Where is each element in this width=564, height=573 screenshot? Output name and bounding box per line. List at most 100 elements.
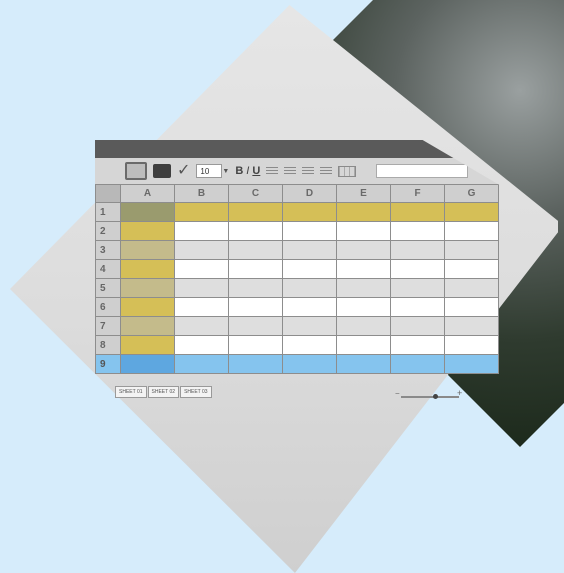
- cell-d2[interactable]: [282, 221, 337, 241]
- cell-d1[interactable]: [282, 202, 337, 222]
- cell-f7[interactable]: [390, 316, 445, 336]
- cell-f3[interactable]: [390, 240, 445, 260]
- row-header-2[interactable]: 2: [95, 221, 121, 241]
- cell-e6[interactable]: [336, 297, 391, 317]
- zoom-slider[interactable]: − +: [395, 388, 465, 400]
- cell-a8[interactable]: [120, 335, 175, 355]
- cell-d3[interactable]: [282, 240, 337, 260]
- spellcheck-icon[interactable]: ✓: [177, 163, 190, 179]
- cell-g3[interactable]: [444, 240, 499, 260]
- zoom-in-icon[interactable]: +: [457, 388, 462, 398]
- cell-a4[interactable]: [120, 259, 175, 279]
- cell-a9[interactable]: [120, 354, 175, 374]
- cell-b5[interactable]: [174, 278, 229, 298]
- column-header-f[interactable]: F: [390, 184, 445, 203]
- cell-b4[interactable]: [174, 259, 229, 279]
- cell-a1[interactable]: [120, 202, 175, 222]
- cell-f2[interactable]: [390, 221, 445, 241]
- cell-g5[interactable]: [444, 278, 499, 298]
- cell-b9[interactable]: [174, 354, 229, 374]
- cell-a5[interactable]: [120, 278, 175, 298]
- row-header-8[interactable]: 8: [95, 335, 121, 355]
- cell-b8[interactable]: [174, 335, 229, 355]
- cell-c2[interactable]: [228, 221, 283, 241]
- cell-d4[interactable]: [282, 259, 337, 279]
- cell-e7[interactable]: [336, 316, 391, 336]
- cell-f8[interactable]: [390, 335, 445, 355]
- merge-cells-icon[interactable]: [338, 165, 357, 177]
- zoom-track[interactable]: [401, 396, 459, 398]
- underline-button[interactable]: U: [252, 165, 260, 177]
- cell-e4[interactable]: [336, 259, 391, 279]
- cell-d8[interactable]: [282, 335, 337, 355]
- cell-e5[interactable]: [336, 278, 391, 298]
- cell-g2[interactable]: [444, 221, 499, 241]
- cell-g7[interactable]: [444, 316, 499, 336]
- sheet-tab-3[interactable]: SHEET 03: [180, 386, 212, 398]
- cell-g9[interactable]: [444, 354, 499, 374]
- zoom-handle[interactable]: [433, 394, 438, 399]
- cell-e9[interactable]: [336, 354, 391, 374]
- sheet-tab-2[interactable]: SHEET 02: [147, 386, 180, 398]
- column-header-c[interactable]: C: [228, 184, 283, 203]
- printer-icon[interactable]: [153, 164, 171, 178]
- cell-c1[interactable]: [228, 202, 283, 222]
- row-header-3[interactable]: 3: [95, 240, 121, 260]
- row-header-9[interactable]: 9: [95, 354, 121, 374]
- cell-a3[interactable]: [120, 240, 175, 260]
- cell-f4[interactable]: [390, 259, 445, 279]
- cell-c7[interactable]: [228, 316, 283, 336]
- cell-f6[interactable]: [390, 297, 445, 317]
- align-left-icon[interactable]: [266, 166, 279, 176]
- cell-f1[interactable]: [390, 202, 445, 222]
- cell-b3[interactable]: [174, 240, 229, 260]
- cell-c4[interactable]: [228, 259, 283, 279]
- zoom-out-icon[interactable]: −: [395, 389, 400, 398]
- cell-g4[interactable]: [444, 259, 499, 279]
- bold-button[interactable]: B: [235, 165, 243, 177]
- cell-c3[interactable]: [228, 240, 283, 260]
- cell-c5[interactable]: [228, 278, 283, 298]
- align-right-icon[interactable]: [302, 166, 315, 176]
- column-header-a[interactable]: A: [120, 184, 175, 203]
- cell-d6[interactable]: [282, 297, 337, 317]
- select-all-corner[interactable]: [95, 184, 121, 203]
- row-header-7[interactable]: 7: [95, 316, 121, 336]
- chevron-down-icon[interactable]: ▼: [222, 168, 229, 175]
- column-header-e[interactable]: E: [336, 184, 391, 203]
- mail-icon[interactable]: [125, 162, 147, 180]
- cell-e2[interactable]: [336, 221, 391, 241]
- cell-b1[interactable]: [174, 202, 229, 222]
- cell-d7[interactable]: [282, 316, 337, 336]
- column-header-g[interactable]: G: [444, 184, 499, 203]
- cell-c6[interactable]: [228, 297, 283, 317]
- cell-e3[interactable]: [336, 240, 391, 260]
- cell-g8[interactable]: [444, 335, 499, 355]
- cell-b6[interactable]: [174, 297, 229, 317]
- cell-c8[interactable]: [228, 335, 283, 355]
- cell-e8[interactable]: [336, 335, 391, 355]
- row-header-6[interactable]: 6: [95, 297, 121, 317]
- sheet-tab-1[interactable]: SHEET 01: [115, 386, 147, 398]
- cell-c9[interactable]: [228, 354, 283, 374]
- cell-f5[interactable]: [390, 278, 445, 298]
- row-header-4[interactable]: 4: [95, 259, 121, 279]
- cell-e1[interactable]: [336, 202, 391, 222]
- cell-a2[interactable]: [120, 221, 175, 241]
- cell-g6[interactable]: [444, 297, 499, 317]
- cell-b7[interactable]: [174, 316, 229, 336]
- cell-b2[interactable]: [174, 221, 229, 241]
- row-header-1[interactable]: 1: [95, 202, 121, 222]
- font-size-select[interactable]: 10: [196, 164, 223, 178]
- align-center-icon[interactable]: [284, 166, 297, 176]
- formula-input[interactable]: [376, 164, 469, 178]
- cell-a7[interactable]: [120, 316, 175, 336]
- align-justify-icon[interactable]: [320, 166, 333, 176]
- column-header-b[interactable]: B: [174, 184, 229, 203]
- cell-a6[interactable]: [120, 297, 175, 317]
- cell-g1[interactable]: [444, 202, 499, 222]
- cell-f9[interactable]: [390, 354, 445, 374]
- italic-button[interactable]: I: [246, 165, 249, 177]
- row-header-5[interactable]: 5: [95, 278, 121, 298]
- cell-d5[interactable]: [282, 278, 337, 298]
